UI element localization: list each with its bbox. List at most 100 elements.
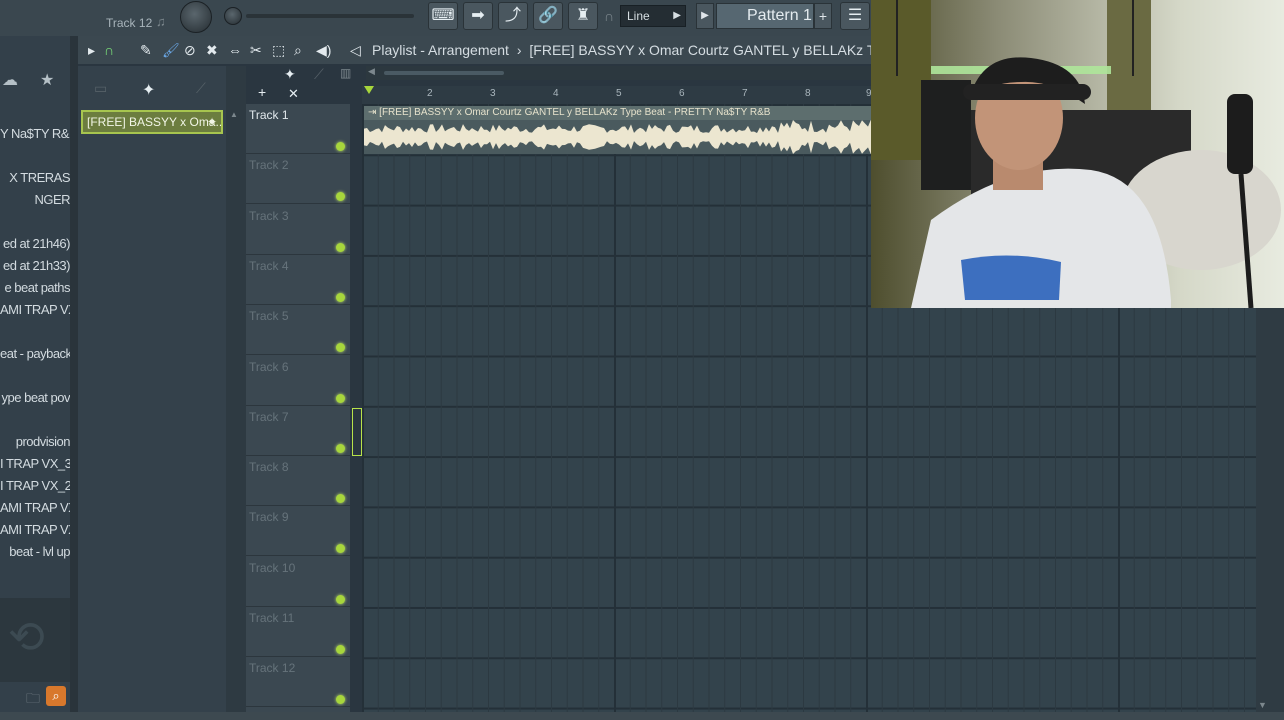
scroll-down-icon[interactable]: ▼: [1258, 700, 1267, 710]
browser-item[interactable]: ed at 21h33): [0, 258, 70, 273]
audio-picker-icon[interactable]: ✦: [142, 80, 155, 100]
track-led[interactable]: [336, 142, 345, 151]
browser-item[interactable]: I TRAP VX_3: [0, 456, 70, 471]
browser-item[interactable]: ed at 21h46): [0, 236, 70, 251]
scroll-up-icon[interactable]: ▲: [230, 110, 238, 119]
master-pitch-knob[interactable]: [224, 7, 242, 25]
slip-icon[interactable]: ⇔: [228, 42, 242, 58]
star-icon[interactable]: ★: [40, 70, 54, 90]
play-arrow-icon[interactable]: ▸: [88, 42, 95, 59]
title-separator: ›: [516, 42, 522, 58]
browser-item[interactable]: AMI TRAP VX: [0, 500, 70, 515]
send-to-playlist-button[interactable]: ➡: [463, 2, 493, 30]
track-header[interactable]: Track 3: [246, 205, 350, 255]
browser-item[interactable]: Y Na$TY R&B: [0, 126, 70, 141]
audio-clip[interactable]: ⇥ [FREE] BASSYY x Omar Courtz GANTEL y B…: [364, 106, 871, 154]
vertical-scrollbar[interactable]: ▼: [1256, 308, 1284, 712]
browser-item[interactable]: AMI TRAP VX: [0, 302, 70, 317]
track-led[interactable]: [336, 645, 345, 654]
track-led[interactable]: [336, 443, 345, 453]
scroll-left-icon[interactable]: ◀: [368, 66, 375, 77]
select-icon[interactable]: ⬚: [272, 42, 285, 59]
multi-select-icon[interactable]: ✦: [284, 66, 296, 83]
track-header[interactable]: Track 7: [246, 406, 350, 456]
remove-track-icon[interactable]: ✕: [288, 86, 299, 102]
browser-panel: ☁ ★ Y Na$TY R&B X TRERAS NGER ed at 21h4…: [0, 36, 70, 720]
browser-item[interactable]: eat - payback: [0, 346, 70, 361]
playhead-marker[interactable]: [364, 86, 374, 94]
playlist-menu-icon[interactable]: ◁: [350, 42, 361, 59]
browser-item[interactable]: beat - lvl up: [0, 544, 70, 559]
current-track-label: Track 12: [106, 16, 153, 30]
cloud-icon[interactable]: ☁: [2, 70, 18, 90]
mute-icon[interactable]: ✖: [206, 42, 218, 59]
browser-item[interactable]: prodvision: [0, 434, 70, 449]
pattern-prev-button[interactable]: ▶: [696, 3, 714, 29]
track-header[interactable]: Track 2: [246, 154, 350, 205]
search-icon[interactable]: ⌕: [46, 686, 66, 706]
track-header-column: Track 1 Track 2 Track 3 Track 4 Track 5 …: [246, 104, 350, 712]
track-led[interactable]: [336, 695, 345, 705]
browser-item[interactable]: AMI TRAP VX: [0, 522, 70, 537]
browser-splitter[interactable]: [70, 36, 78, 720]
track-header[interactable]: Track 5: [246, 305, 350, 356]
track-led[interactable]: [336, 242, 345, 252]
track-tool-icon[interactable]: ⟋: [314, 66, 324, 83]
track-header[interactable]: Track 11: [246, 607, 350, 657]
pencil-icon[interactable]: ✎: [140, 42, 152, 59]
picker-splitter[interactable]: ▲: [226, 66, 246, 712]
browser-item[interactable]: e beat paths: [0, 280, 70, 295]
track-header[interactable]: Track 8: [246, 456, 350, 507]
track-led[interactable]: [336, 292, 345, 302]
link-button[interactable]: 🔗: [533, 2, 563, 30]
magnet-icon[interactable]: ∩: [604, 8, 614, 24]
curve-tool-button[interactable]: ⤴: [498, 2, 528, 30]
track-header[interactable]: Track 4: [246, 255, 350, 305]
track-name: Track 3: [249, 208, 289, 223]
snap-dropdown[interactable]: Line ▶: [620, 5, 686, 27]
stamp-icon: ♜: [575, 7, 591, 24]
browser-item[interactable]: NGER: [0, 192, 70, 207]
picker-clip-name: [FREE] BASSYY x Oma...: [87, 115, 223, 129]
automation-picker-icon[interactable]: ⟋: [196, 80, 206, 97]
pattern-picker-icon[interactable]: ▭: [94, 80, 107, 97]
scroll-thumb[interactable]: [384, 71, 504, 75]
picker-clip-item[interactable]: [FREE] BASSYY x Oma... ✦: [81, 110, 223, 134]
slice-icon[interactable]: ✂: [250, 42, 262, 59]
track-header[interactable]: Track 9: [246, 506, 350, 557]
track-header[interactable]: Track 10: [246, 557, 350, 607]
track-led[interactable]: [336, 192, 345, 202]
piano-roll-button[interactable]: ⌨: [428, 2, 458, 30]
position-slider[interactable]: [246, 14, 414, 18]
track-led[interactable]: [336, 393, 345, 403]
timeline-ruler[interactable]: 2 3 4 5 6 7 8 9: [362, 86, 872, 104]
magnet-snap-icon[interactable]: ∩: [104, 42, 114, 58]
stamp-button[interactable]: ♜: [568, 2, 598, 30]
delete-icon[interactable]: ⊘: [184, 42, 196, 59]
track-led[interactable]: [336, 594, 345, 604]
zoom-icon[interactable]: ⌕: [294, 42, 302, 59]
folder-icon[interactable]: 🗀: [26, 688, 40, 712]
track-header[interactable]: Track 1: [246, 104, 350, 154]
track-led[interactable]: [336, 494, 345, 504]
mixer-button[interactable]: ☰: [840, 2, 870, 30]
browser-item[interactable]: I TRAP VX_2: [0, 478, 70, 493]
bar-number: 6: [679, 88, 685, 99]
browser-item[interactable]: X TRERAS: [0, 170, 70, 185]
master-volume-knob[interactable]: [180, 1, 212, 33]
pattern-selector[interactable]: Pattern 1: [716, 3, 814, 29]
curve-icon: ⤴: [504, 7, 521, 24]
mixer-icon: ☰: [847, 7, 863, 24]
clip-menu-icon[interactable]: ⇥: [368, 107, 379, 118]
track-grid-icon[interactable]: ▥: [340, 66, 351, 80]
browser-item[interactable]: ype beat pov: [0, 390, 70, 405]
track-header[interactable]: Track 6: [246, 356, 350, 406]
track-header[interactable]: Track 12: [246, 657, 350, 708]
track-led[interactable]: [336, 544, 345, 554]
horizontal-scrollbar[interactable]: ◀: [366, 66, 871, 80]
paint-icon[interactable]: 🖌: [162, 42, 180, 59]
add-pattern-button[interactable]: +: [814, 3, 832, 29]
add-track-icon[interactable]: +: [258, 84, 266, 100]
speaker-icon[interactable]: ◀): [316, 42, 331, 59]
track-led[interactable]: [336, 343, 345, 353]
